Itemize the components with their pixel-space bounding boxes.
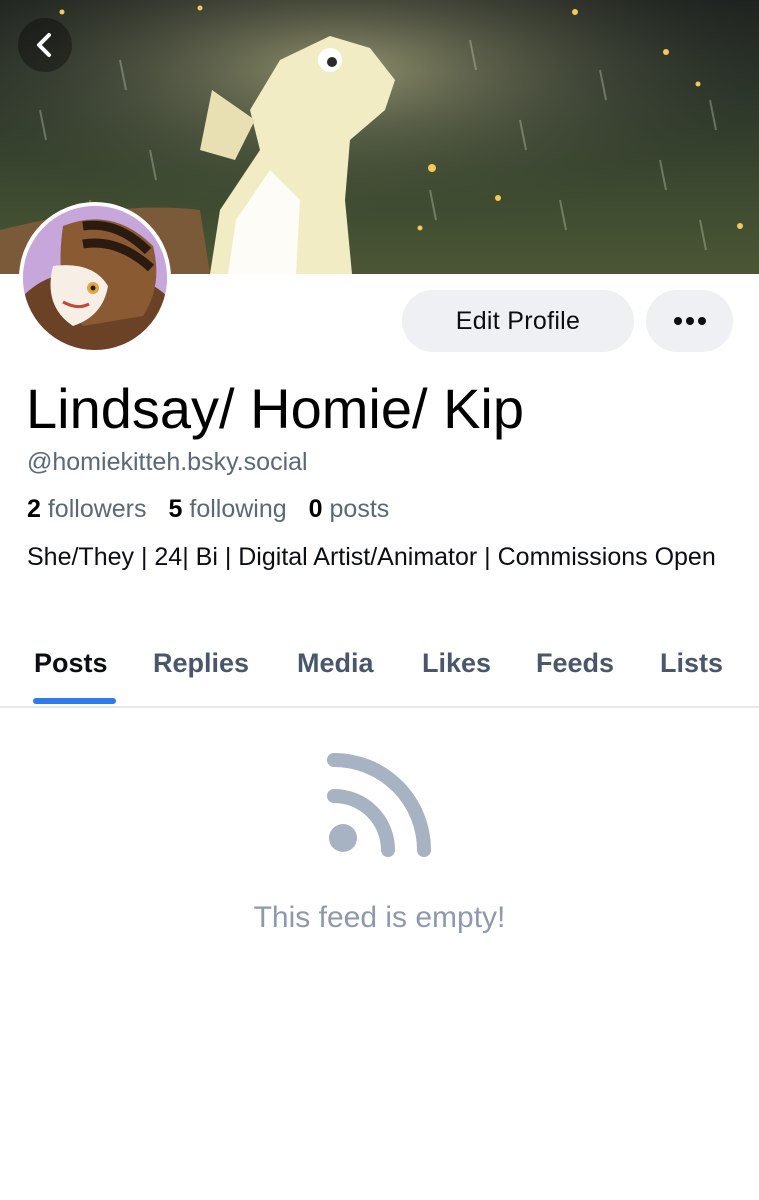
posts-count: 0 <box>308 495 323 523</box>
following-label: following <box>189 495 287 523</box>
tab-lists[interactable]: Lists <box>660 648 723 679</box>
tab-posts[interactable]: Posts <box>34 648 108 679</box>
empty-feed-message: This feed is empty! <box>253 901 506 934</box>
edit-profile-button[interactable]: Edit Profile <box>402 290 634 352</box>
display-name: Lindsay/ Homie/ Kip <box>26 377 525 440</box>
posts-label: posts <box>329 495 390 523</box>
handle: @homiekitteh.bsky.social <box>27 448 308 476</box>
following-stat[interactable]: 5 following <box>169 494 287 524</box>
chevron-left-icon <box>37 33 51 57</box>
tab-replies[interactable]: Replies <box>153 648 249 679</box>
profile-bio: She/They | 24| Bi | Digital Artist/Anima… <box>27 543 716 571</box>
followers-count: 2 <box>27 495 41 523</box>
tab-feeds[interactable]: Feeds <box>536 648 614 679</box>
followers-stat[interactable]: 2 followers <box>27 494 147 524</box>
avatar[interactable] <box>19 202 171 354</box>
profile-stats: 2 followers 5 following 0 posts <box>27 494 389 524</box>
avatar-artwork <box>23 206 167 350</box>
profile-tabs: Posts Replies Media Likes Feeds Lists <box>0 630 759 708</box>
followers-label: followers <box>47 495 147 523</box>
more-options-button[interactable] <box>646 290 733 352</box>
back-button[interactable] <box>18 18 72 72</box>
tab-likes[interactable]: Likes <box>422 648 491 679</box>
following-count: 5 <box>168 495 183 523</box>
rss-feed-icon <box>326 752 432 863</box>
tab-media[interactable]: Media <box>297 648 374 679</box>
active-tab-indicator <box>33 698 116 704</box>
posts-stat: 0 posts <box>309 494 390 524</box>
edit-profile-label: Edit Profile <box>455 306 581 335</box>
ellipsis-icon <box>673 317 706 325</box>
